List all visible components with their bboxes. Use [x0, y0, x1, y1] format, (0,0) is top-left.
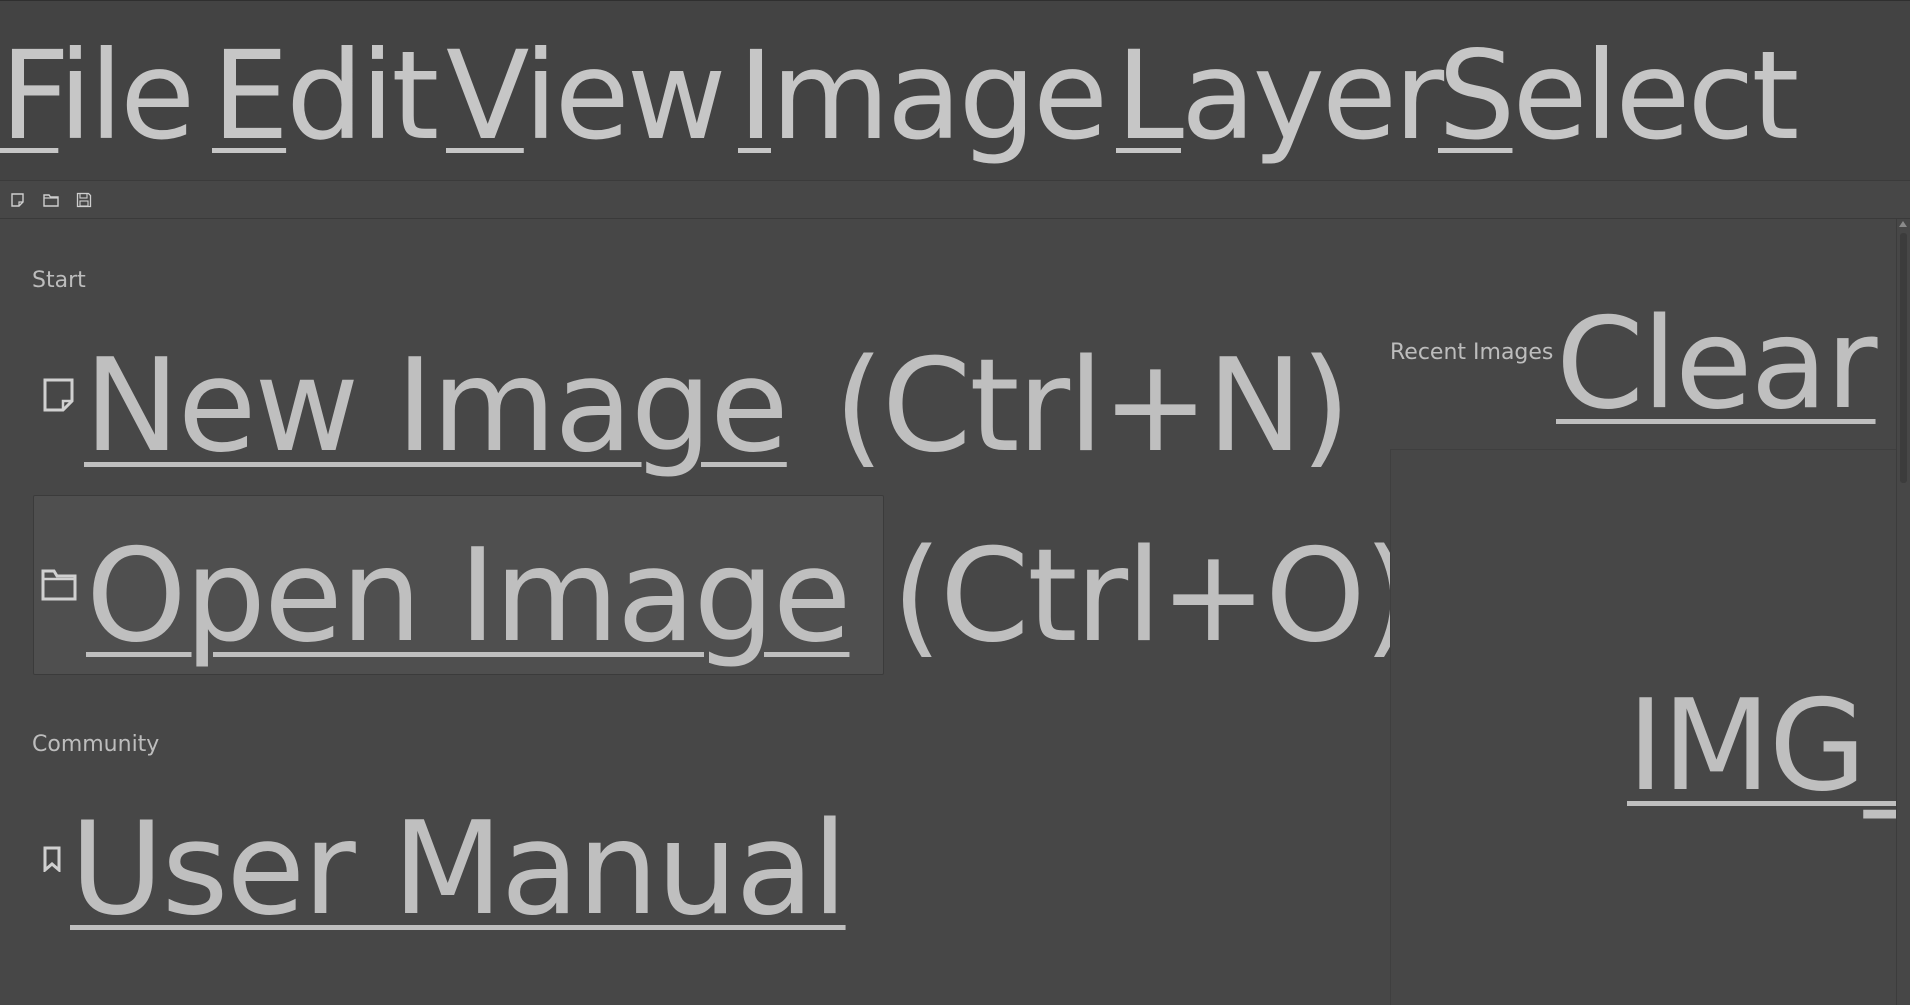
start-heading: Start	[32, 268, 86, 293]
recent-images-heading: Recent Images	[1390, 340, 1554, 365]
vertical-scrollbar[interactable]	[1896, 219, 1910, 1005]
menu-select[interactable]: Select	[1438, 21, 1799, 171]
scrollbar-thumb[interactable]	[1900, 233, 1907, 483]
recent-image-item[interactable]: IMG_	[1627, 672, 1899, 819]
open-image-row-icon	[41, 568, 77, 606]
menu-image[interactable]: Image	[738, 21, 1108, 171]
user-manual-row-icon	[43, 846, 61, 876]
new-image-link[interactable]: New Image	[84, 332, 789, 481]
clear-recent-link[interactable]: Clear	[1556, 290, 1878, 437]
menu-edit[interactable]: Edit	[212, 21, 439, 171]
recent-images-panel: IMG_	[1390, 449, 1899, 1005]
community-heading: Community	[32, 732, 160, 757]
open-folder-icon	[41, 569, 77, 601]
save-icon	[76, 192, 92, 208]
new-image-row-icon	[42, 377, 76, 417]
new-document-icon	[11, 193, 24, 207]
new-image-shortcut: (Ctrl+N)	[834, 332, 1351, 481]
scroll-up-arrow-icon[interactable]	[1899, 221, 1907, 227]
user-manual-link[interactable]: User Manual	[70, 795, 848, 944]
menu-bar: File Edit View Image Layer Select	[0, 0, 1910, 181]
app-window: File Edit View Image Layer Select Start …	[0, 0, 1910, 1005]
bookmark-icon	[43, 846, 61, 874]
open-image-label[interactable]: Open Image	[86, 522, 851, 671]
user-manual-label[interactable]: User Manual	[70, 795, 848, 944]
save-button[interactable]	[74, 190, 94, 210]
menu-file[interactable]: File	[0, 21, 195, 171]
menu-layer[interactable]: Layer	[1116, 21, 1444, 171]
toolbar	[0, 181, 1910, 219]
clear-label[interactable]: Clear	[1556, 290, 1878, 437]
recent-image-label[interactable]: IMG_	[1627, 672, 1899, 819]
open-image-shortcut: (Ctrl+O)	[892, 522, 1414, 671]
new-image-label[interactable]: New Image	[84, 332, 789, 481]
open-image-link[interactable]: Open Image	[86, 522, 851, 671]
open-folder-icon	[43, 194, 59, 207]
menu-view[interactable]: View	[446, 21, 727, 171]
new-document-button[interactable]	[8, 190, 28, 210]
new-document-icon	[43, 378, 74, 412]
open-folder-button[interactable]	[41, 190, 61, 210]
